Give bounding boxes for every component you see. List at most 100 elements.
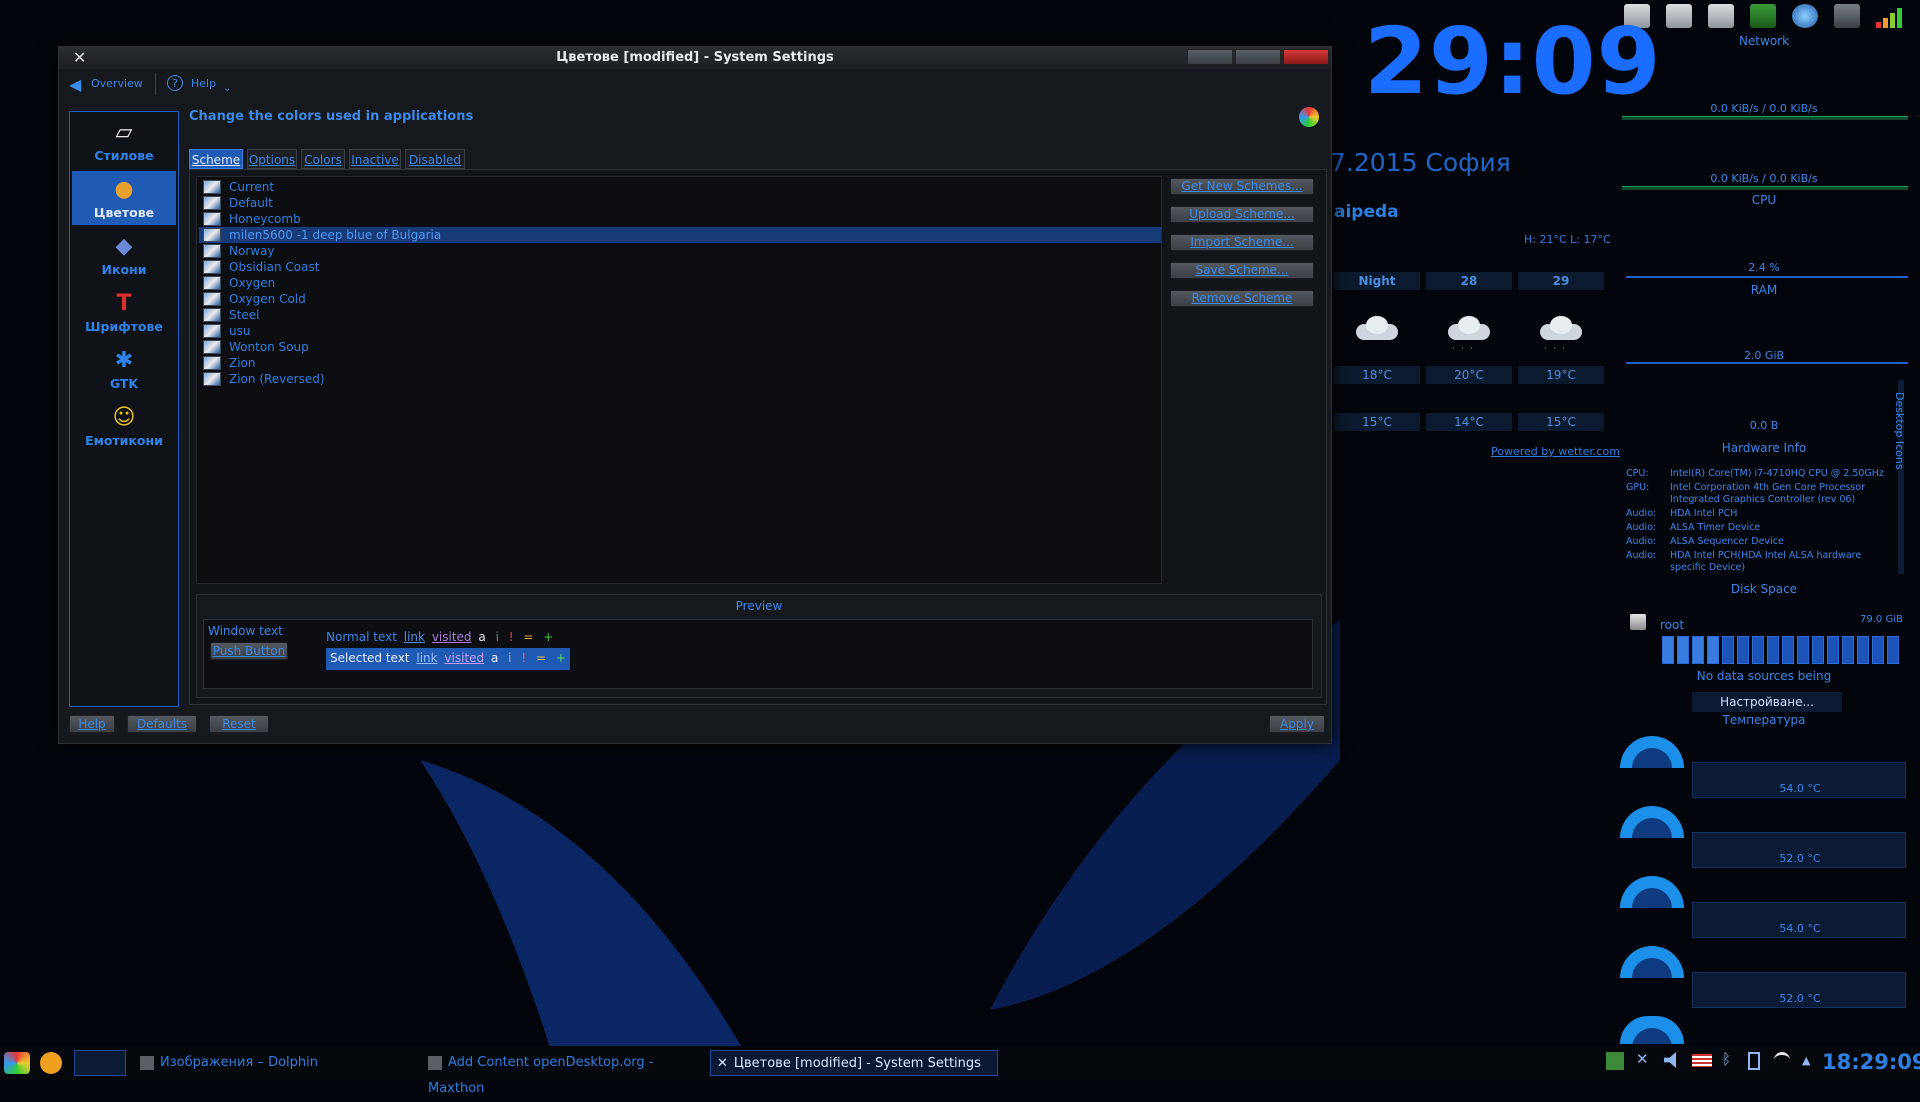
color-scheme-icon — [203, 356, 221, 370]
sidebar-item-style[interactable]: ▱ Стилове — [72, 114, 176, 168]
scheme-list[interactable]: Current Default Honeycomb milen5600 -1 deep… — [196, 176, 1162, 584]
preview-label: Preview — [735, 599, 783, 613]
tools-icon[interactable]: ✕ — [73, 47, 86, 69]
color-scheme-icon — [203, 372, 221, 386]
scheme-name: usu — [229, 324, 251, 338]
list-item[interactable]: Wonton Soup — [199, 339, 1161, 355]
chip-icon[interactable] — [1834, 4, 1860, 28]
tab-scheme[interactable]: Scheme — [189, 149, 243, 169]
desktop-icons-label[interactable]: Desktop Icons — [1892, 392, 1906, 470]
list-item[interactable]: Honeycomb — [199, 211, 1161, 227]
scheme-name: Wonton Soup — [229, 340, 309, 354]
back-arrow-icon[interactable]: ◀ — [69, 75, 81, 94]
tray-wifi-icon[interactable] — [1774, 1052, 1790, 1068]
tray-battery-icon[interactable] — [1748, 1052, 1760, 1070]
hw-key: Audio: — [1626, 508, 1657, 519]
tab-inactive[interactable]: Inactive — [349, 149, 401, 169]
sidebar-item-emoticons[interactable]: ☺ Емотикони — [72, 399, 176, 453]
list-item[interactable]: Default — [199, 195, 1161, 211]
normal-link-sample[interactable]: link — [404, 630, 425, 644]
network-manager-icon[interactable] — [1750, 4, 1776, 28]
taskbar-task[interactable]: Add Content openDesktop.org - Maxthon — [428, 1050, 708, 1096]
tab-disabled[interactable]: Disabled — [405, 149, 465, 169]
disk-usage-segment — [1782, 636, 1794, 664]
list-item[interactable]: Norway — [199, 243, 1161, 259]
list-item[interactable]: Oxygen Cold — [199, 291, 1161, 307]
sidebar-item-label: Емотикони — [85, 433, 163, 448]
hw-key: GPU: — [1626, 482, 1650, 493]
tray-flag-us-icon[interactable] — [1692, 1054, 1712, 1067]
list-item[interactable]: Steel — [199, 307, 1161, 323]
tab-options[interactable]: Options — [247, 149, 297, 169]
normal-visited-sample[interactable]: visited — [432, 630, 472, 644]
sidebar-item-colors[interactable]: ● Цветове — [72, 171, 176, 225]
scheme-name: Obsidian Coast — [229, 260, 320, 274]
list-item[interactable]: milen5600 -1 deep blue of Bulgaria — [199, 227, 1161, 243]
sidebar-item-icons[interactable]: ◆ Икони — [72, 228, 176, 282]
weather-powered-by-link[interactable]: Powered by wetter.com — [1491, 445, 1620, 458]
dolphin-icon — [140, 1055, 154, 1070]
weather-high-temp: 18°C — [1334, 366, 1420, 384]
tray-tools-icon[interactable]: ✕ — [1636, 1050, 1649, 1068]
help-button[interactable]: Help — [69, 715, 115, 733]
signal-bars-icon[interactable] — [1876, 6, 1902, 28]
selected-active-sample: a — [490, 651, 499, 665]
taskbar-task-active[interactable]: ✕ Цветове [modified] - System Settings — [710, 1050, 998, 1076]
sidebar-item-gtk[interactable]: ✱ GTK — [72, 342, 176, 396]
upload-scheme-button[interactable]: Upload Scheme... — [1170, 206, 1314, 223]
get-new-schemes-button[interactable]: Get New Schemes... — [1170, 178, 1314, 195]
tray-bluetooth-icon[interactable]: ᛒ — [1722, 1050, 1731, 1068]
defaults-button[interactable]: Defaults — [127, 715, 197, 733]
maximize-button[interactable] — [1235, 49, 1281, 65]
reset-button[interactable]: Reset — [209, 715, 269, 733]
tray-network-icon[interactable] — [1606, 1052, 1624, 1070]
tab-colors[interactable]: Colors — [301, 149, 345, 169]
tray-expand-icon[interactable]: ▲ — [1802, 1054, 1810, 1067]
globe-icon[interactable] — [1792, 4, 1818, 28]
import-scheme-button[interactable]: Import Scheme... — [1170, 234, 1314, 251]
scheme-name: Zion (Reversed) — [229, 372, 325, 386]
chevron-down-icon[interactable]: ⌄ — [223, 83, 231, 94]
color-scheme-icon — [203, 260, 221, 274]
preview-push-button[interactable]: Push Button — [210, 642, 288, 660]
list-item[interactable]: Current — [199, 179, 1161, 195]
hw-value: HDA Intel PCH(HDA Intel ALSA hardware sp… — [1670, 550, 1862, 573]
close-button[interactable] — [1283, 49, 1329, 65]
list-item[interactable]: Zion (Reversed) — [199, 371, 1161, 387]
remove-scheme-button[interactable]: Remove Scheme — [1170, 290, 1314, 307]
navigation-bar: ◀ Overview ? Help ⌄ — [59, 69, 1331, 101]
drive-icon[interactable] — [1666, 4, 1692, 28]
list-item[interactable]: Zion — [199, 355, 1161, 371]
help-icon[interactable]: ? — [167, 75, 183, 91]
taskbar-task[interactable]: Изображения – Dolphin — [140, 1050, 400, 1076]
temperature-value: 54.0 °C — [1779, 922, 1821, 935]
preview-box: Window text Push Button Normal text link… — [203, 619, 1313, 689]
smiley-icon[interactable] — [40, 1052, 62, 1074]
normal-negative-sample: ! — [508, 630, 514, 644]
selected-visited-sample[interactable]: visited — [444, 651, 484, 665]
selected-link-sample[interactable]: link — [416, 651, 437, 665]
disk-name: root — [1660, 618, 1685, 632]
list-item[interactable]: usu — [199, 323, 1161, 339]
save-scheme-button[interactable]: Save Scheme... — [1170, 262, 1314, 279]
minimize-button[interactable] — [1187, 49, 1233, 65]
list-item[interactable]: Oxygen — [199, 275, 1161, 291]
apply-button[interactable]: Apply — [1269, 715, 1325, 733]
tray-volume-icon[interactable] — [1664, 1052, 1676, 1068]
normal-text-sample: Normal text — [326, 630, 397, 644]
selected-negative-sample: ! — [521, 651, 527, 665]
selected-text-row: Selected text link visited a i ! = + — [326, 648, 570, 670]
task-label: Add Content openDesktop.org - Maxthon — [428, 1055, 654, 1096]
desktop-pager[interactable] — [74, 1050, 126, 1076]
help-menu-button[interactable]: Help — [191, 77, 216, 90]
taskbar-clock[interactable]: 18:29:09 — [1822, 1050, 1920, 1074]
colors-icon: ● — [114, 177, 134, 202]
application-launcher-icon[interactable] — [4, 1052, 30, 1074]
window-titlebar[interactable]: ✕ Цветове [modified] - System Settings — [59, 47, 1331, 69]
list-item[interactable]: Obsidian Coast — [199, 259, 1161, 275]
overview-button[interactable]: Overview — [91, 77, 143, 90]
divider — [155, 73, 156, 95]
drive-icon[interactable] — [1708, 4, 1734, 28]
sidebar-item-fonts[interactable]: T Шрифтове — [72, 285, 176, 339]
configure-button[interactable]: Настройване... — [1692, 692, 1842, 712]
